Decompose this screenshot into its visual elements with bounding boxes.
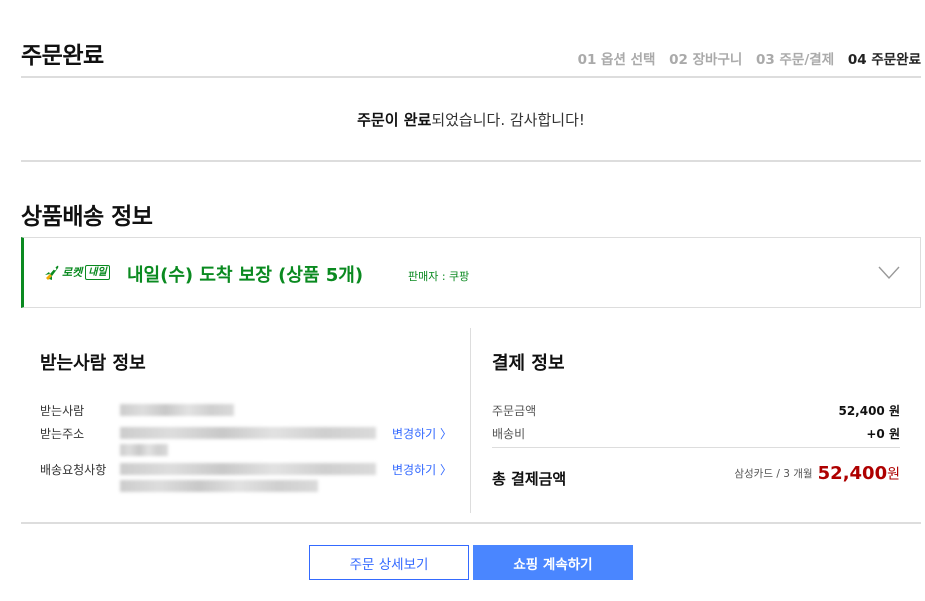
step-option: 01 옵션 선택 xyxy=(577,52,656,68)
order-steps: 01 옵션 선택 02 장바구니 03 주문/결제 04 주문완료 xyxy=(569,48,921,68)
step-checkout: 03 주문/결제 xyxy=(756,52,835,68)
continue-shopping-button[interactable]: 쇼핑 계속하기 xyxy=(473,545,633,580)
order-amount-label: 주문금액 xyxy=(492,404,537,418)
step-complete: 04 주문완료 xyxy=(847,52,921,68)
receiver-name-value xyxy=(120,404,234,416)
seller-label: 판매자 : 쿠팡 xyxy=(408,270,470,283)
total-value: 삼성카드 / 3 개월 52,400원 xyxy=(734,463,900,484)
payment-title: 결제 정보 xyxy=(492,353,565,374)
shipping-fee-value: +0 원 xyxy=(866,427,900,441)
receiver-name-label: 받는사람 xyxy=(40,404,85,418)
receiver-address-row: 받는주소 xyxy=(40,425,84,442)
page-title: 주문완료 xyxy=(21,43,104,69)
receiver-title: 받는사람 정보 xyxy=(40,353,146,374)
order-amount-row: 주문금액 52,400 원 xyxy=(492,402,900,419)
receiver-address-value xyxy=(120,427,376,439)
receiver-name-row: 받는사람 xyxy=(40,402,84,419)
complete-message-rest: 되었습니다. 감사합니다! xyxy=(431,111,585,129)
total-amount: 52,400 xyxy=(817,463,888,484)
shipping-fee-label: 배송비 xyxy=(492,427,526,441)
change-address-link[interactable]: 변경하기 〉 xyxy=(392,425,452,442)
change-request-link[interactable]: 변경하기 〉 xyxy=(392,461,452,478)
shipping-fee-row: 배송비 +0 원 xyxy=(492,425,900,442)
rocket-icon xyxy=(45,265,59,280)
complete-message: 주문이 완료되었습니다. 감사합니다! xyxy=(21,78,921,162)
total-label: 총 결제금액 xyxy=(492,470,567,488)
receiver-address-label: 받는주소 xyxy=(40,427,85,441)
delivery-section-title: 상품배송 정보 xyxy=(21,204,153,230)
total-card-info: 삼성카드 / 3 개월 xyxy=(734,468,813,480)
delivery-request-row: 배송요청사항 xyxy=(40,461,106,478)
rocket-label: 로켓 xyxy=(62,266,83,279)
arrival-guarantee: 내일(수) 도착 보장 (상품 5개) xyxy=(127,265,364,286)
rocket-badge: 내일 xyxy=(85,264,110,280)
receiver-address-value-line2 xyxy=(120,444,168,456)
info-divider xyxy=(470,328,471,513)
order-amount-value: 52,400 원 xyxy=(838,404,900,418)
step-cart: 02 장바구니 xyxy=(669,52,743,68)
page-header: 주문완료 01 옵션 선택 02 장바구니 03 주문/결제 04 주문완료 xyxy=(21,36,921,78)
chevron-down-icon[interactable] xyxy=(878,266,900,280)
order-detail-button[interactable]: 주문 상세보기 xyxy=(309,545,469,580)
delivery-box[interactable]: 로켓 내일 내일(수) 도착 보장 (상품 5개) 판매자 : 쿠팡 xyxy=(21,237,921,308)
delivery-request-label: 배송요청사항 xyxy=(40,463,107,477)
delivery-request-value-line2 xyxy=(120,480,318,492)
rocket-delivery-logo: 로켓 내일 xyxy=(43,263,110,281)
order-info: 받는사람 정보 받는사람 받는주소 변경하기 〉 배송요청사항 변경하기 〉 결… xyxy=(21,328,921,524)
complete-message-bold: 주문이 완료 xyxy=(357,111,432,129)
delivery-request-value xyxy=(120,463,376,475)
total-unit: 원 xyxy=(887,466,900,483)
payment-divider xyxy=(492,447,900,448)
